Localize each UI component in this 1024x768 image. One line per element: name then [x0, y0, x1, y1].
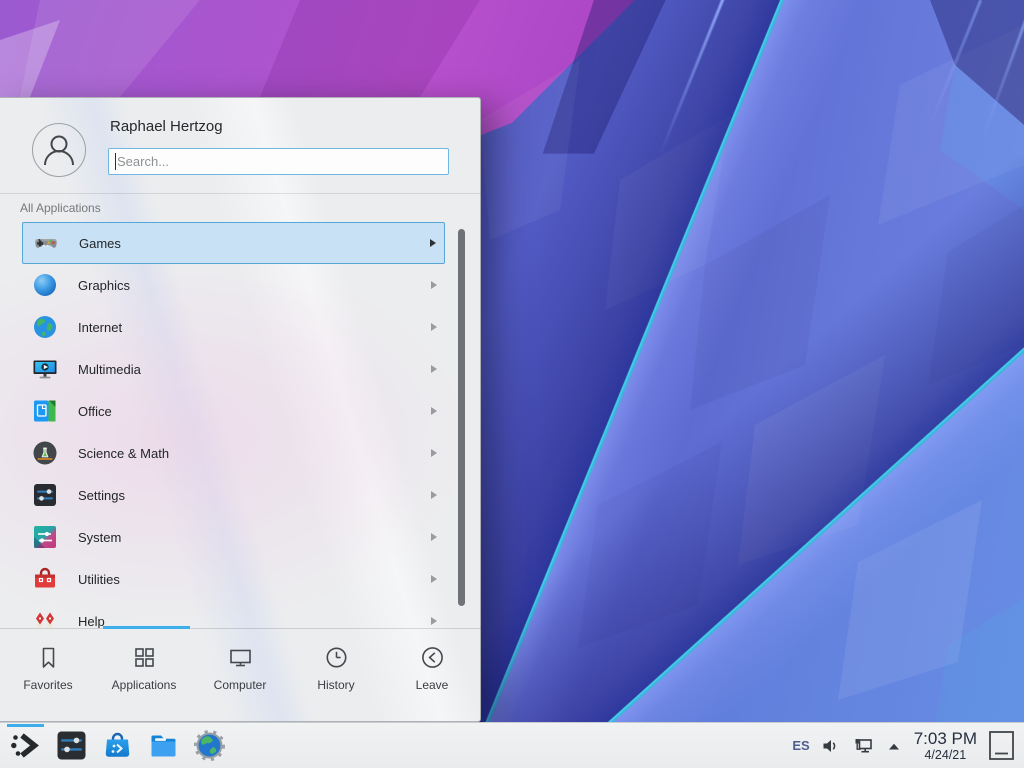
tab-computer[interactable]: Computer	[192, 629, 288, 722]
clock[interactable]: 7:03 PM 4/24/21	[914, 729, 977, 762]
system-tray: ES 7:03 PM 4/24/21	[792, 729, 1015, 762]
folder-icon	[147, 729, 180, 762]
tab-label: Favorites	[23, 678, 72, 692]
header-separator	[0, 193, 481, 194]
category-label: System	[78, 530, 121, 545]
category-label: Science & Math	[78, 446, 169, 461]
taskbar: ES 7:03 PM 4/24/21	[0, 722, 1024, 768]
taskbar-file-manager-button[interactable]	[147, 729, 180, 762]
category-label: Help	[78, 614, 105, 629]
tab-label: Applications	[112, 678, 177, 692]
submenu-arrow-icon	[431, 533, 437, 541]
system-sliders-icon	[32, 524, 58, 550]
tab-label: History	[317, 678, 354, 692]
clock-date: 4/24/21	[914, 748, 977, 762]
globe-icon	[32, 314, 58, 340]
clock-time: 7:03 PM	[914, 729, 977, 748]
tab-favorites[interactable]: Favorites	[0, 629, 96, 722]
taskbar-web-browser-button[interactable]	[193, 729, 226, 762]
launcher-tabbar: Favorites Applications	[0, 629, 481, 722]
kde-launcher-icon	[9, 729, 42, 762]
taskbar-discover-button[interactable]	[101, 729, 134, 762]
category-item-help[interactable]: Help	[22, 600, 445, 628]
category-item-graphics[interactable]: Graphics	[22, 264, 445, 306]
category-label: Games	[79, 236, 121, 251]
show-desktop-button[interactable]	[988, 729, 1015, 762]
tab-history[interactable]: History	[288, 629, 384, 722]
taskbar-launcher-button[interactable]	[9, 729, 42, 762]
submenu-arrow-icon	[431, 407, 437, 415]
application-category-list: Games Graphics	[0, 222, 481, 628]
application-launcher-popup: Raphael Hertzog All Applications	[0, 97, 481, 722]
user-avatar[interactable]	[32, 123, 86, 177]
monitor-play-icon	[32, 356, 58, 382]
user-name: Raphael Hertzog	[110, 118, 223, 135]
submenu-arrow-icon	[431, 281, 437, 289]
globe-gear-icon	[193, 729, 226, 762]
sliders-icon	[32, 482, 58, 508]
sphere-icon	[32, 272, 58, 298]
category-label: Multimedia	[78, 362, 141, 377]
active-task-indicator	[7, 724, 44, 727]
taskbar-system-settings-button[interactable]	[55, 729, 88, 762]
submenu-arrow-icon	[431, 365, 437, 373]
leave-icon	[419, 644, 446, 671]
network-icon[interactable]	[852, 736, 874, 756]
help-icon	[32, 608, 58, 628]
discover-icon	[101, 729, 134, 762]
system-settings-icon	[55, 729, 88, 762]
category-item-utilities[interactable]: Utilities	[22, 558, 445, 600]
flask-icon	[32, 440, 58, 466]
category-label: Office	[78, 404, 112, 419]
category-item-office[interactable]: Office	[22, 390, 445, 432]
category-item-settings[interactable]: Settings	[22, 474, 445, 516]
search-input[interactable]	[109, 149, 448, 174]
category-item-internet[interactable]: Internet	[22, 306, 445, 348]
section-label: All Applications	[20, 201, 101, 215]
document-icon	[32, 398, 58, 424]
submenu-arrow-icon	[431, 575, 437, 583]
tab-label: Computer	[214, 678, 267, 692]
bookmark-icon	[35, 644, 62, 671]
gamepad-icon	[33, 230, 59, 256]
grid-icon	[131, 644, 158, 671]
tab-label: Leave	[416, 678, 449, 692]
tab-applications[interactable]: Applications	[96, 629, 192, 722]
tab-leave[interactable]: Leave	[384, 629, 480, 722]
tray-expander-caret-icon[interactable]	[885, 737, 903, 755]
category-label: Utilities	[78, 572, 120, 587]
computer-icon	[227, 644, 254, 671]
category-label: Settings	[78, 488, 125, 503]
submenu-arrow-icon	[431, 617, 437, 625]
toolbox-icon	[32, 566, 58, 592]
clock-icon	[323, 644, 350, 671]
submenu-arrow-icon	[430, 239, 436, 247]
submenu-arrow-icon	[431, 323, 437, 331]
category-item-games[interactable]: Games	[22, 222, 445, 264]
category-item-science-math[interactable]: Science & Math	[22, 432, 445, 474]
keyboard-layout-indicator[interactable]: ES	[792, 738, 809, 753]
volume-icon[interactable]	[821, 736, 841, 756]
category-label: Graphics	[78, 278, 130, 293]
submenu-arrow-icon	[431, 491, 437, 499]
category-item-system[interactable]: System	[22, 516, 445, 558]
submenu-arrow-icon	[431, 449, 437, 457]
category-item-multimedia[interactable]: Multimedia	[22, 348, 445, 390]
category-label: Internet	[78, 320, 122, 335]
list-scrollbar[interactable]	[458, 229, 465, 606]
search-box[interactable]	[108, 148, 449, 175]
